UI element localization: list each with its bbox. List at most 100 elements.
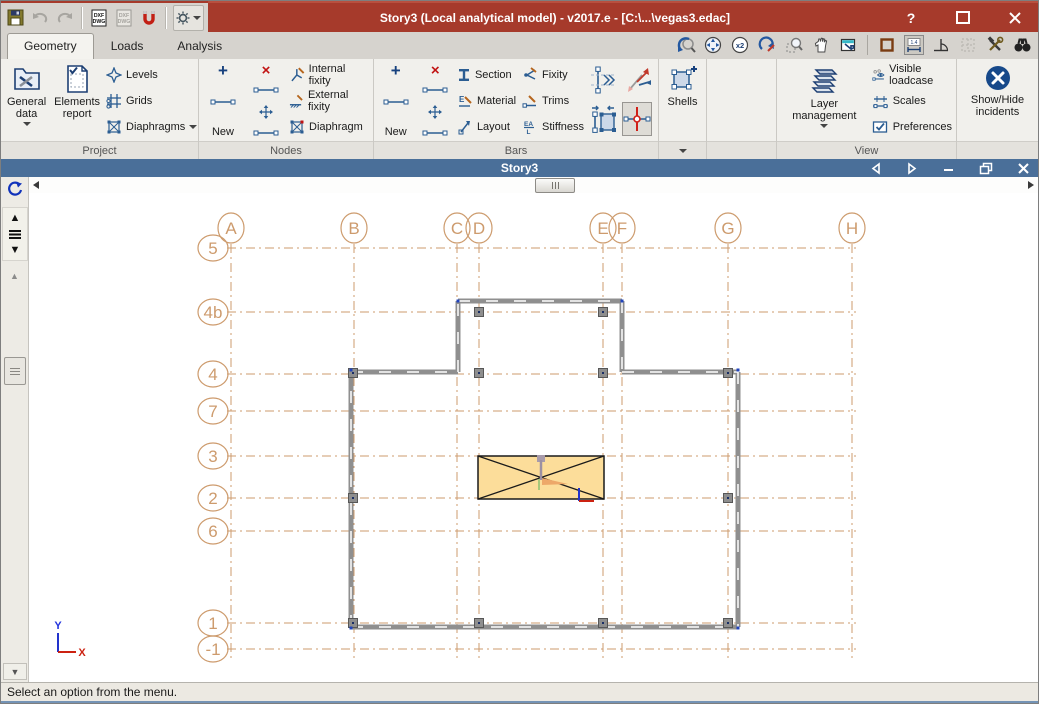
toolbar-separator: [81, 6, 83, 29]
new-bar-button[interactable]: + New: [378, 62, 413, 140]
story-up-button[interactable]: ▲: [4, 210, 26, 226]
svg-text:B: B: [348, 219, 359, 238]
scroll-left-button[interactable]: [33, 181, 39, 189]
find-button[interactable]: [1012, 35, 1032, 55]
bar-fixity-button[interactable]: Fixity: [522, 64, 584, 86]
trims-button[interactable]: Trims: [522, 90, 584, 112]
levels-button[interactable]: Levels: [106, 64, 197, 86]
shells-icon: [671, 66, 697, 90]
elements-report-label: Elements report: [54, 96, 100, 120]
story-down-button[interactable]: ▼: [4, 242, 26, 258]
external-fixity-button[interactable]: External fixity: [289, 89, 369, 113]
grids-icon: [106, 94, 121, 109]
maximize-button[interactable]: [954, 9, 972, 27]
titlebar-caption: Story3 (Local analytical model) - v2017.…: [208, 1, 1038, 32]
bar-direction-button[interactable]: [622, 63, 652, 97]
diaphragm-button[interactable]: Diaphragm: [289, 116, 369, 138]
bar-local-axes-toggle[interactable]: [622, 102, 653, 136]
show-hide-incidents-button[interactable]: Show/Hide incidents: [962, 62, 1034, 140]
tab-loads[interactable]: Loads: [94, 33, 161, 59]
scales-button[interactable]: Scales: [872, 90, 952, 112]
diaphragms-button[interactable]: Diaphragms: [106, 116, 198, 138]
scroll-down-button[interactable]: ▼: [3, 663, 27, 680]
material-button[interactable]: E Material: [457, 90, 518, 112]
shells-button[interactable]: Shells: [663, 62, 702, 140]
angle-icon: [934, 39, 949, 52]
snap-magnet-button[interactable]: [138, 6, 159, 30]
zoom-previous-button[interactable]: [676, 35, 696, 55]
scroll-right-button[interactable]: [1028, 181, 1034, 189]
layout-button[interactable]: Layout: [457, 116, 518, 138]
diaphragm-label: Diaphragm: [309, 121, 363, 133]
delete-bar-button[interactable]: ×: [431, 63, 440, 78]
tools-button[interactable]: [985, 35, 1005, 55]
dropdown-arrow-icon[interactable]: [678, 148, 687, 153]
redraw-icon: [758, 35, 775, 52]
display-settings-button[interactable]: [172, 4, 205, 31]
status-message: Select an option from the menu.: [7, 685, 178, 699]
elements-report-button[interactable]: Elements report: [52, 62, 102, 140]
svg-text:G: G: [721, 219, 734, 238]
section-box-button[interactable]: [877, 35, 897, 55]
svg-text:E: E: [459, 95, 465, 104]
scroll-up-button[interactable]: ▲: [1, 271, 28, 281]
dxf-import-button[interactable]: DXF DWG: [89, 6, 110, 30]
previous-view-button[interactable]: [838, 35, 858, 55]
stiffness-button[interactable]: EA L Stiffness: [522, 116, 584, 138]
grids-button[interactable]: Grids: [106, 90, 197, 112]
redo-button[interactable]: [54, 6, 75, 30]
section-button[interactable]: Section: [457, 64, 518, 86]
story-list-icon: [9, 229, 21, 239]
internal-fixity-button[interactable]: Internal fixity: [289, 63, 369, 87]
trims-label: Trims: [542, 95, 570, 107]
plus-icon: +: [218, 61, 228, 80]
move-bar-button[interactable]: [427, 104, 443, 120]
svg-text:1.4: 1.4: [911, 40, 918, 46]
shrink-bars-button[interactable]: [588, 102, 618, 136]
next-story-button[interactable]: [906, 161, 918, 175]
zoom-x2-icon: x2: [731, 36, 748, 53]
zoom-window-button[interactable]: [784, 35, 804, 55]
vertical-scrollbar-thumb[interactable]: [4, 357, 26, 385]
dxf-export-button[interactable]: DXF DWG: [114, 6, 135, 30]
svg-text:L: L: [527, 129, 531, 135]
save-button[interactable]: [5, 6, 26, 30]
tab-geometry[interactable]: Geometry: [7, 33, 94, 59]
minimize-subwindow-button[interactable]: [942, 162, 955, 175]
drawing-canvas[interactable]: A B C D E F G H 5 4b 4 7 3 2 6 1 -1 Y X: [29, 193, 1038, 682]
close-subwindow-button[interactable]: [1017, 162, 1030, 175]
view-splitter-handle[interactable]: [535, 178, 575, 193]
bar-icon: [422, 87, 448, 93]
raster-button[interactable]: [958, 35, 978, 55]
undo-button[interactable]: [30, 6, 51, 30]
new-node-button[interactable]: + New: [203, 62, 243, 140]
scales-label: Scales: [892, 95, 926, 107]
pan-button[interactable]: [811, 35, 831, 55]
bar-icon: [383, 99, 409, 105]
delete-node-button[interactable]: ×: [262, 63, 271, 78]
story-list-button[interactable]: [4, 226, 26, 242]
help-button[interactable]: ?: [902, 9, 920, 27]
zoom-x2-button[interactable]: x2: [730, 35, 750, 55]
dimensions-button[interactable]: 1.4: [904, 35, 924, 55]
move-node-button[interactable]: [258, 104, 274, 120]
general-data-button[interactable]: General data: [5, 62, 48, 140]
divide-bars-button[interactable]: [588, 63, 618, 97]
layout-label: Layout: [476, 121, 510, 133]
angle-button[interactable]: [931, 35, 951, 55]
svg-text:X: X: [78, 647, 86, 659]
rotate-view-button[interactable]: [4, 179, 26, 199]
layer-management-button[interactable]: Layer management: [781, 62, 868, 140]
bar-fixity-icon: [524, 67, 537, 80]
close-button[interactable]: [1006, 9, 1024, 27]
svg-text:DWG: DWG: [118, 19, 131, 25]
preferences-button[interactable]: Preferences: [872, 116, 952, 138]
tab-analysis[interactable]: Analysis: [160, 33, 239, 59]
visible-loadcase-button[interactable]: Visible loadcase: [872, 63, 952, 87]
previous-story-button[interactable]: [870, 161, 882, 175]
zoom-fit-button[interactable]: [703, 35, 723, 55]
restore-subwindow-button[interactable]: [979, 162, 993, 175]
redo-icon: [57, 12, 72, 23]
redraw-button[interactable]: [757, 35, 777, 55]
story-plan-drawing[interactable]: A B C D E F G H 5 4b 4 7 3 2 6 1 -1 Y X: [29, 193, 1038, 682]
